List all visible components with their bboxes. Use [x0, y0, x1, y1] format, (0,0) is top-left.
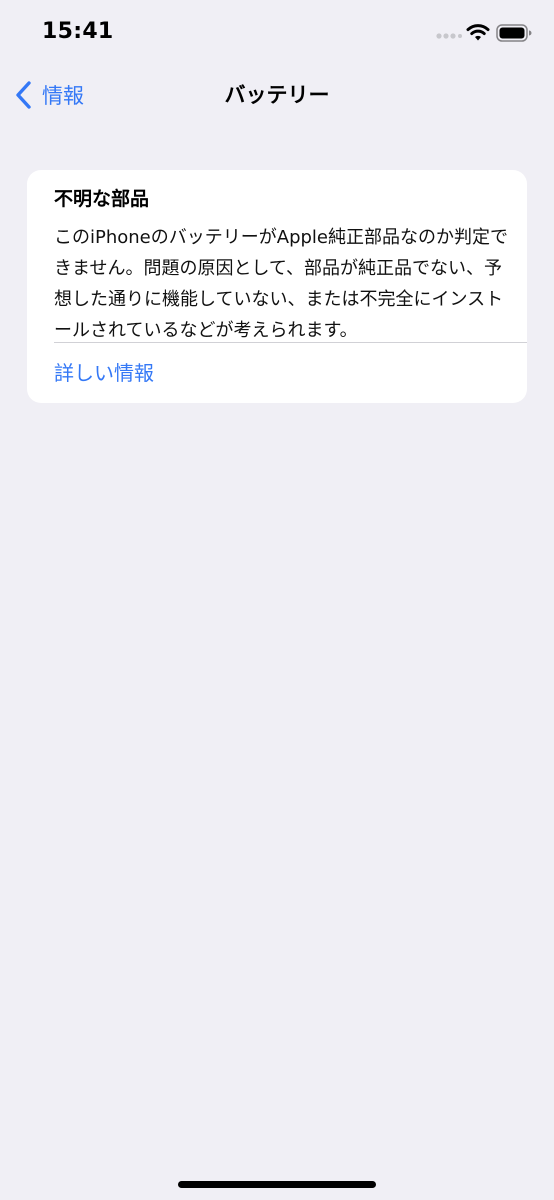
- unknown-part-card: 不明な部品 このiPhoneのバッテリーがApple純正部品なのか判定できません…: [27, 170, 527, 403]
- navigation-bar: 情報 バッテリー: [0, 70, 554, 120]
- wifi-icon: [466, 24, 490, 41]
- page-title: バッテリー: [224, 83, 330, 107]
- card-title: 不明な部品: [54, 188, 150, 210]
- battery-icon: [496, 24, 532, 42]
- divider: [54, 342, 527, 343]
- home-indicator[interactable]: [178, 1181, 376, 1188]
- status-time: 15:41: [42, 19, 114, 44]
- signal-dots-icon: [436, 33, 462, 39]
- card-description: このiPhoneのバッテリーがApple純正部品なのか判定できません。問題の原因…: [54, 227, 508, 341]
- learn-more-link[interactable]: 詳しい情報: [54, 358, 154, 388]
- status-bar: 15:41: [0, 0, 554, 64]
